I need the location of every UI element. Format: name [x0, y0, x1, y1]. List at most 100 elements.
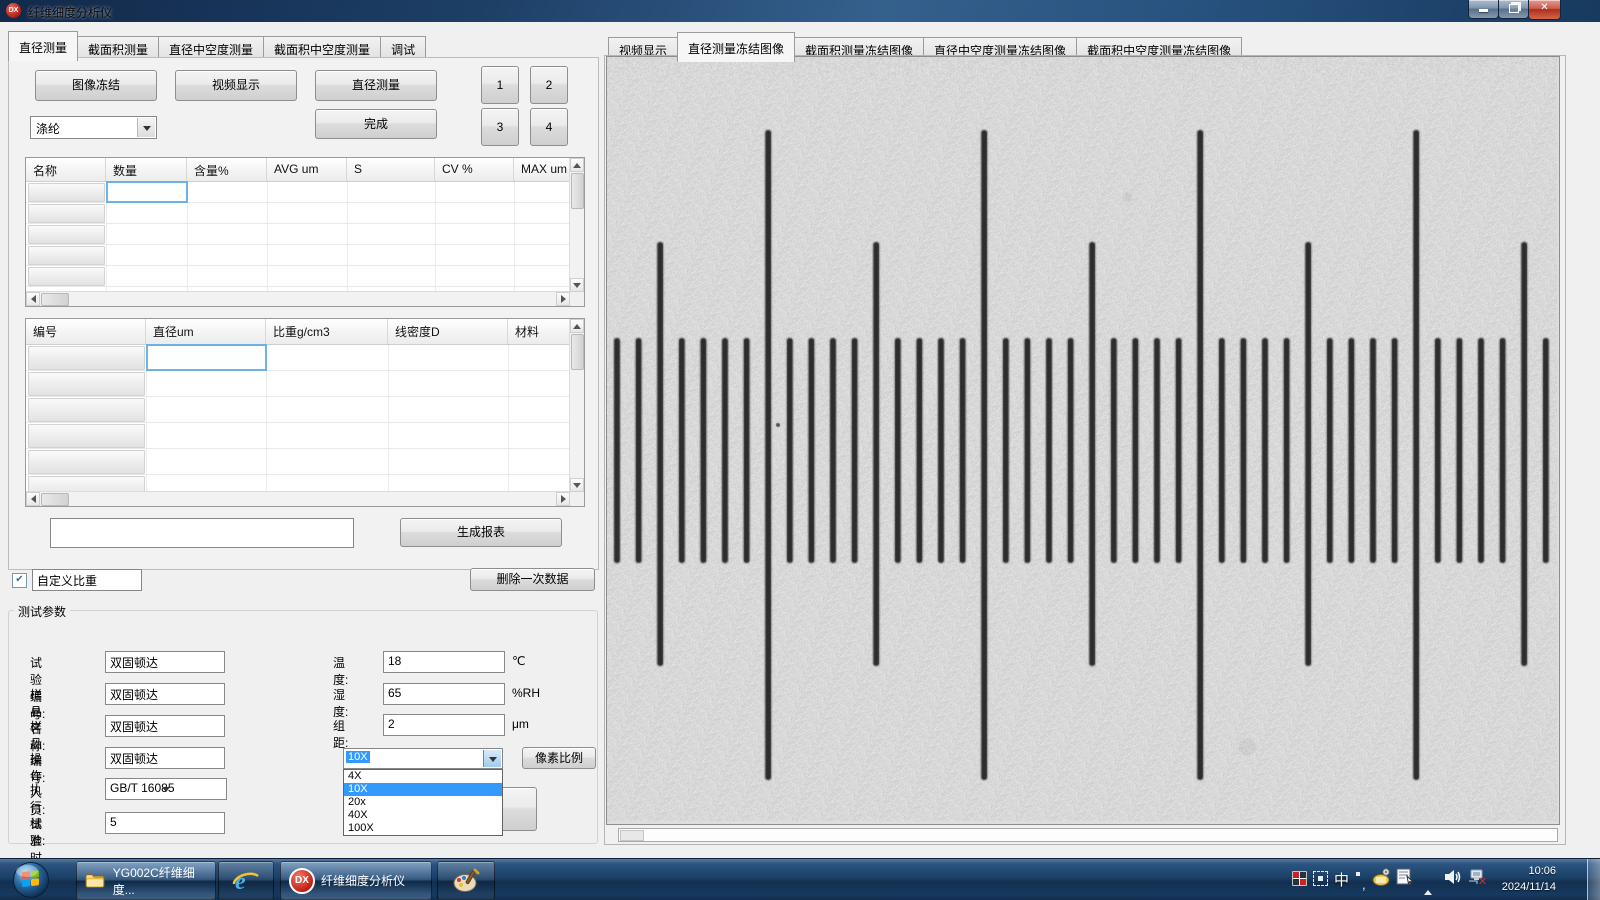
tab-left-0[interactable]: 直径测量 [8, 31, 78, 61]
column-header-5[interactable]: CV % [435, 158, 514, 181]
material-select[interactable]: 涤纶 [30, 116, 157, 139]
row-header[interactable] [28, 398, 145, 422]
preset-button-2[interactable]: 2 [530, 66, 568, 104]
tray-expand-arrow[interactable] [1424, 876, 1432, 890]
restore-button[interactable] [1498, 0, 1529, 19]
row-header[interactable] [28, 267, 105, 286]
ime-language-indicator[interactable]: 中 [1334, 869, 1349, 890]
row-header[interactable] [28, 424, 145, 448]
column-header-3[interactable]: AVG um [267, 158, 347, 181]
stats-table[interactable]: 名称数量含量%AVG umSCV %MAX um [25, 157, 585, 307]
row-header[interactable] [28, 225, 105, 244]
selected-cell[interactable] [146, 344, 267, 371]
diameter-measure-button[interactable]: 直径测量 [315, 70, 437, 101]
row-header[interactable] [28, 372, 145, 396]
ime-writing-pad-icon[interactable] [1396, 868, 1416, 889]
taskbar-paint-button[interactable] [437, 861, 495, 900]
fiber-table[interactable]: 编号直径um比重g/cm3线密度D材料 [25, 318, 585, 507]
scroll-left-button[interactable] [26, 492, 40, 506]
volume-icon[interactable] [1443, 868, 1463, 889]
field-value-4[interactable]: GB/T 16085 [105, 778, 227, 800]
magnification-select-arrow[interactable] [483, 750, 501, 767]
scroll-right-button[interactable] [556, 492, 570, 506]
param-value-0[interactable]: 18 [383, 651, 505, 673]
ime-keyboard-layout-icon[interactable] [1313, 871, 1328, 886]
generate-report-button[interactable]: 生成报表 [400, 518, 562, 547]
scroll-thumb[interactable] [571, 334, 584, 370]
taskbar-ie-button[interactable]: e [218, 861, 274, 900]
vertical-scrollbar[interactable] [569, 158, 584, 292]
row-header[interactable] [28, 204, 105, 223]
scroll-up-button[interactable] [570, 158, 584, 172]
show-desktop-button[interactable] [1587, 859, 1600, 900]
taskbar-app-button[interactable]: DX 纤维细度分析仪 [280, 861, 432, 900]
dropdown-option-40X[interactable]: 40X [344, 809, 502, 822]
close-button[interactable]: ✕ [1528, 0, 1561, 20]
dropdown-option-10X[interactable]: 10X [344, 783, 502, 796]
field-value-2[interactable]: 双固顿达 [105, 715, 225, 737]
column-header-2[interactable]: 含量% [187, 158, 267, 181]
custom-density-field[interactable]: 自定义比重 [32, 569, 142, 591]
minimize-button[interactable] [1468, 0, 1499, 19]
scroll-thumb[interactable] [41, 493, 69, 506]
pixel-ratio-button[interactable]: 像素比例 [522, 747, 596, 769]
dropdown-option-100X[interactable]: 100X [344, 822, 502, 835]
dropdown-option-4X[interactable]: 4X [344, 770, 502, 783]
preset-button-3[interactable]: 3 [481, 108, 519, 146]
tray-clock[interactable]: 10:06 2024/11/14 [1502, 863, 1556, 895]
horizontal-scrollbar[interactable] [26, 491, 570, 506]
row-header[interactable] [28, 246, 105, 265]
ime-mspy-icon[interactable] [1292, 871, 1307, 886]
selected-cell[interactable] [106, 181, 188, 203]
report-filename-input[interactable] [50, 518, 354, 548]
finish-button[interactable]: 完成 [315, 109, 437, 139]
param-value-1[interactable]: 65 [383, 683, 505, 705]
material-select-arrow[interactable] [137, 118, 155, 137]
ime-softkeyboard-icon[interactable] [1372, 868, 1392, 889]
freeze-image-button[interactable]: 图像冻结 [35, 70, 157, 101]
column-header-0[interactable]: 编号 [26, 319, 146, 344]
vertical-scrollbar[interactable] [569, 319, 584, 492]
start-button[interactable] [12, 861, 50, 899]
taskbar-explorer-button[interactable]: YG002C纤维细度... [76, 861, 216, 900]
scroll-right-button[interactable] [556, 292, 570, 306]
delete-once-button[interactable]: 删除一次数据 [470, 568, 595, 591]
column-header-1[interactable]: 数量 [106, 158, 187, 181]
field-value-0[interactable]: 双固顿达 [105, 651, 225, 673]
row-header[interactable] [28, 450, 145, 474]
chevron-down-icon [143, 126, 151, 131]
video-display-button[interactable]: 视频显示 [175, 70, 297, 101]
scroll-thumb[interactable] [571, 173, 584, 209]
horizontal-scrollbar[interactable] [26, 291, 570, 306]
dropdown-option-20x[interactable]: 20x [344, 796, 502, 809]
scroll-down-button[interactable] [570, 278, 584, 292]
preset-button-1[interactable]: 1 [481, 66, 519, 104]
micrograph-image[interactable] [607, 57, 1557, 821]
scroll-thumb[interactable] [41, 293, 69, 306]
magnification-dropdown-list[interactable]: 4X10X20x40X100X [343, 769, 503, 836]
column-header-1[interactable]: 直径um [146, 319, 266, 344]
preset-button-4[interactable]: 4 [530, 108, 568, 146]
scroll-down-button[interactable] [570, 478, 584, 492]
param-value-2[interactable]: 2 [383, 714, 505, 736]
scroll-left-button[interactable] [26, 292, 40, 306]
ime-dot-icon[interactable] [1356, 872, 1360, 876]
column-header-0[interactable]: 名称 [26, 158, 106, 181]
magnification-select[interactable]: 10X [343, 748, 503, 769]
network-status-icon[interactable]: ✕ [1468, 868, 1490, 889]
scroll-up-button[interactable] [570, 319, 584, 333]
ime-comma-icon[interactable]: , [1362, 877, 1366, 892]
column-header-4[interactable]: S [347, 158, 435, 181]
column-header-3[interactable]: 线密度D [388, 319, 508, 344]
row-header[interactable] [28, 346, 145, 370]
column-header-2[interactable]: 比重g/cm3 [266, 319, 388, 344]
image-hscroll-thumb[interactable] [620, 830, 644, 841]
field-value-3[interactable]: 双固顿达 [105, 747, 225, 769]
row-header[interactable] [28, 183, 105, 202]
custom-density-checkbox[interactable]: ✔ [12, 573, 27, 588]
tab-right-1[interactable]: 直径测量冻结图像 [677, 32, 795, 62]
field-value-5[interactable]: 5 [105, 812, 225, 834]
field-value-1[interactable]: 双固顿达 [105, 683, 225, 705]
title-bar: DX 纤维细度分析仪 ✕ [0, 0, 1600, 22]
image-hscrollbar[interactable] [618, 828, 1558, 842]
